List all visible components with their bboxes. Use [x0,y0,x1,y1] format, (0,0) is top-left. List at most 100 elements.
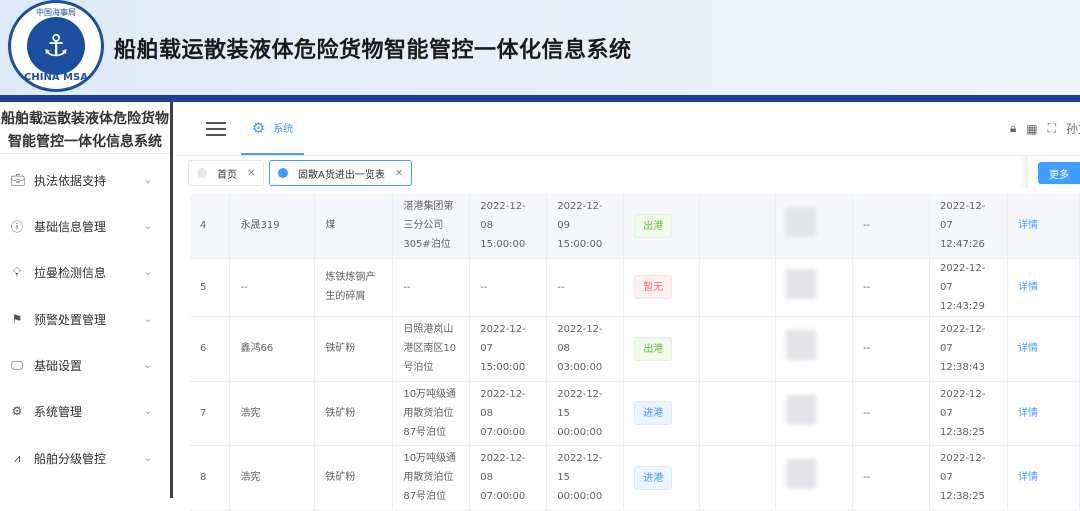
cell-redacted [699,381,777,446]
table-row: 4 永晟319 煤湛港集团第三分公司305#泊位 2022-12-08 15:00:0… [190,194,1080,259]
close-icon[interactable]: ✕ [395,168,403,179]
detail-link[interactable]: 详情 [1018,408,1038,419]
cell-redacted [775,445,854,511]
header-divider [0,95,1080,102]
detail-link[interactable]: 详情 [1018,472,1038,483]
detail-link[interactable]: 详情 [1018,282,1038,293]
gear-icon: ⚙ [251,118,266,137]
cell-redacted [699,316,777,382]
bulb-icon: 💡︎ [12,264,22,279]
detail-link[interactable]: 详情 [1018,343,1038,354]
cell-index: 6 [190,316,231,382]
status-badge: 暂无 [634,275,673,299]
cell-cargo: 铁矿粉 [314,381,394,446]
cell-cargo: 煤 [314,194,394,259]
sidebar-title: 船舶载运散装液体危险货物 智能管控一体化信息系统 [0,102,170,154]
table-row: 5 -- 炼铁炼钢产生的碎屑 -- -- -- 暂无 -- 2022-12-07 12:43:2… [190,258,1080,317]
chevron-down-icon: ⌄ [143,313,152,325]
sidebar-item[interactable]: 💡︎ 拉曼检测信息 ⌄ [0,252,170,292]
cell-created-time: 2022-12-07 12:38:25 [929,381,1008,446]
sidebar-item[interactable]: 💼︎ 执法依据支持 ⌄ [0,160,170,200]
user-name[interactable]: 孙文 [1066,120,1080,137]
monitor-icon: 🖵 [11,357,23,372]
cell-berth: 日照港岚山港区南区10号泊位 [392,316,471,382]
cell-departure-time: 2022-12-09 15:00:00 [546,194,625,259]
tag-home-label: 首页 [217,169,237,181]
sidebar-item[interactable]: ⚙ 系统管理 ⌄ [0,391,170,431]
cell-arrival-time: -- [469,258,548,317]
sidebar-item[interactable]: ⓘ 基础信息管理 ⌄ [0,206,170,246]
chevron-down-icon: ⌄ [143,359,152,371]
cell-index: 8 [190,445,231,511]
status-badge: 出港 [634,213,673,238]
cell-redacted [775,194,854,259]
info-icon: ⓘ [10,219,23,234]
tab-system-label: 系统 [273,124,294,135]
tag-current[interactable]: 固散A货进出一览表 ✕ [269,160,413,186]
briefcase-icon: 💼︎ [10,173,26,187]
cell-remark: -- [852,445,930,511]
lock-icon[interactable]: 🔒︎ [1010,121,1016,136]
redacted-block [786,207,817,238]
cell-departure-time: 2022-12-15 00:00:00 [546,445,625,511]
cell-ship: -- [229,258,316,317]
table-row: 7 浩宪 铁矿粉 10万吨级通用散货泊位87号泊位 2022-12-08 07:00:0… [190,381,1080,446]
cell-remark: -- [852,316,930,382]
sidebar-item-label: 基础信息管理 [34,219,107,234]
tags-scroll-shade [1018,156,1028,188]
cell-redacted [699,445,777,511]
chevron-down-icon: ⌄ [143,405,152,417]
tab-system[interactable]: ⚙ 系统 [241,102,304,155]
cell-berth: 10万吨级通用散货泊位87号泊位 [392,445,471,511]
table-row: 6 鑫鸿66 铁矿粉 日照港岚山港区南区10号泊位 2022-12-07 15:00:0… [190,316,1080,382]
cell-berth: 10万吨级通用散货泊位87号泊位 [392,381,471,446]
cell-redacted [699,194,777,259]
close-icon[interactable]: ✕ [247,168,255,179]
sidebar-item[interactable]: ⩘ 船舶分级管控 ⌄ [0,438,170,478]
cell-berth: -- [392,258,471,317]
sidebar-item-label: 系统管理 [34,404,83,419]
cell-cargo: 炼铁炼钢产生的碎屑 [314,258,394,317]
cargo-table: 4 永晟319 煤湛港集团第三分公司305#泊位 2022-12-08 15:00:0… [190,194,1080,511]
sidebar: 船舶载运散装液体危险货物 智能管控一体化信息系统 💼︎ 执法依据支持 ⌄ ⓘ 基础信息管… [0,102,173,498]
cell-index: 7 [190,381,231,446]
cell-arrival-time: 2022-12-07 15:00:00 [469,316,548,382]
cell-departure-time: 2022-12-15 00:00:00 [546,381,625,446]
chevron-down-icon: ⌄ [143,452,152,464]
cell-arrival-time: 2022-12-08 07:00:00 [469,445,548,511]
sidebar-item-label: 拉曼检测信息 [34,265,107,280]
gear-icon: ⚙ [11,404,23,418]
sidebar-item[interactable]: 🖵 基础设置 ⌄ [0,345,170,385]
chevron-down-icon: ⌄ [143,174,152,186]
sidebar-item-label: 预警处置管理 [34,312,107,327]
logo-text-top: 中国海事局 [36,8,76,17]
cell-cargo: 铁矿粉 [314,445,394,511]
detail-link[interactable]: 详情 [1018,220,1038,231]
topbar: ⚙ 系统 🔒︎ ▦ ⛶ 孙文 [176,102,1080,156]
redacted-block [786,459,817,489]
flag-icon: ⚑ [11,312,23,326]
cell-arrival-time: 2022-12-08 15:00:00 [469,194,548,259]
cell-redacted [775,258,854,317]
china-msa-logo: 中国海事局 ⚓ CHINA MSA [8,0,104,92]
cell-redacted [775,316,854,382]
cell-created-time: 2022-12-07 12:38:25 [929,445,1008,511]
tag-current-label: 固散A货进出一览表 [298,169,385,181]
redacted-block [786,268,817,299]
logo-text-bottom: CHINA MSA [24,72,88,83]
grid-icon[interactable]: ▦ [1026,122,1037,136]
menu-toggle-icon[interactable] [206,122,226,136]
sidebar-item[interactable]: ⚑ 预警处置管理 ⌄ [0,299,170,339]
chart-icon: ⩘ [13,450,21,465]
fullscreen-icon[interactable]: ⛶ [1048,121,1056,136]
more-button[interactable]: 更多 [1038,162,1080,184]
tag-home[interactable]: 首页 ✕ [188,160,265,186]
cell-remark: -- [852,381,930,446]
cell-created-time: 2022-12-07 12:43:29 [929,258,1008,317]
cell-index: 5 [190,258,231,317]
chevron-down-icon: ⌄ [143,220,152,232]
cell-created-time: 2022-12-07 12:38:43 [929,316,1008,382]
tag-dot-icon [197,168,207,178]
cell-redacted [775,381,854,446]
sidebar-item-label: 基础设置 [34,358,83,373]
